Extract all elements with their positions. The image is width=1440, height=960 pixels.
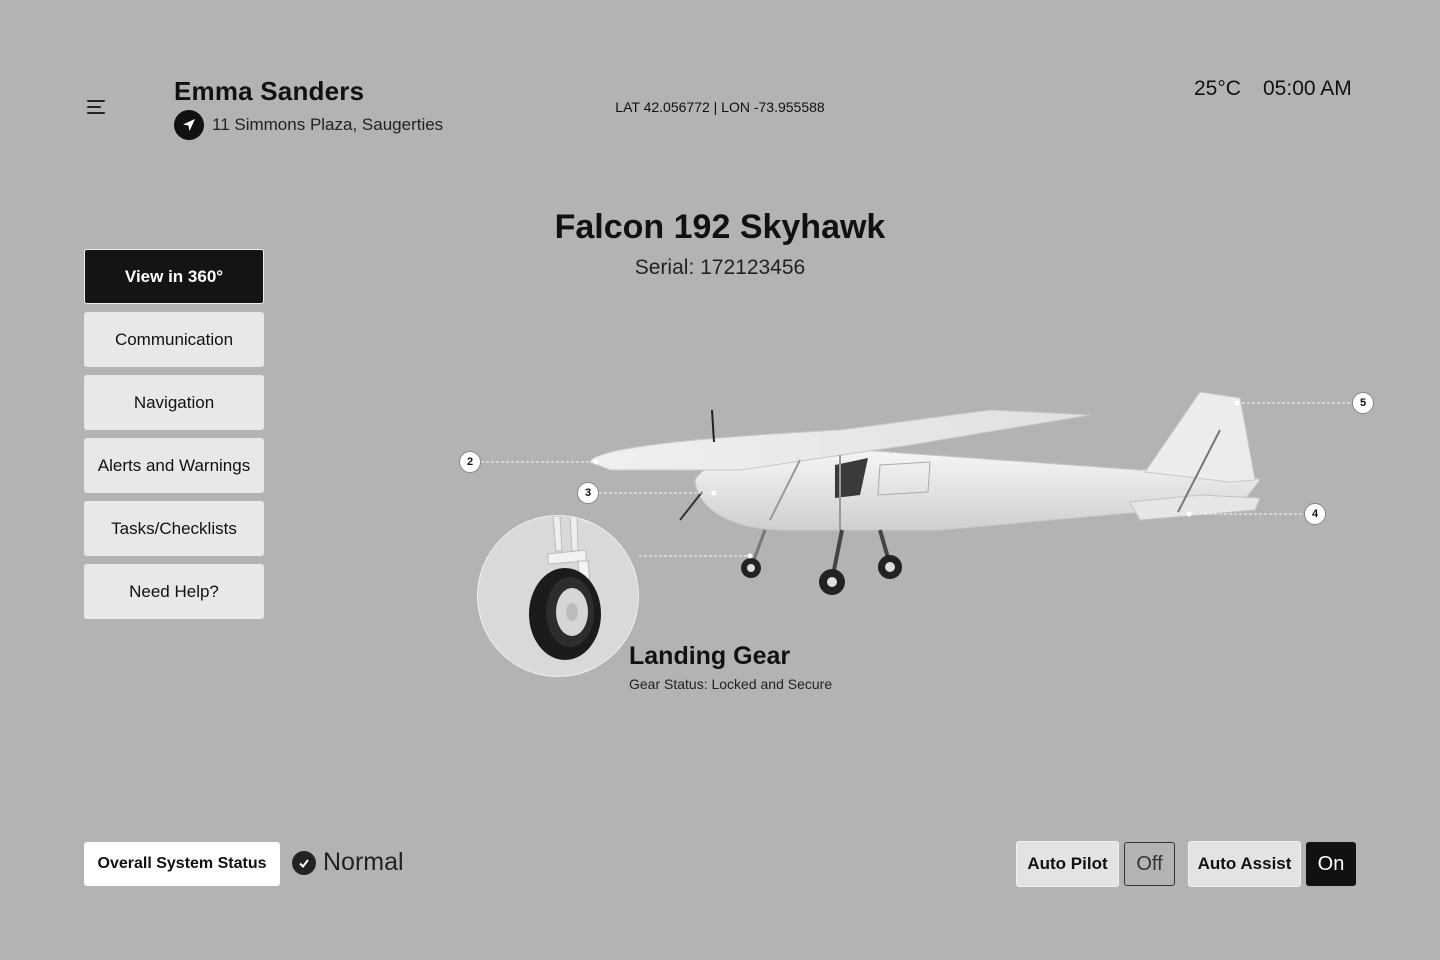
selected-part-title: Landing Gear xyxy=(629,642,791,670)
callout-pin-5[interactable]: 5 xyxy=(1352,392,1374,414)
callout-pin-4[interactable]: 4 xyxy=(1304,503,1326,525)
callout-lines xyxy=(481,400,1352,559)
callout-pin-2[interactable]: 2 xyxy=(459,451,481,473)
system-status-label: Overall System Status xyxy=(84,842,280,886)
autopilot-label[interactable]: Auto Pilot xyxy=(1016,841,1119,887)
auto-assist-label[interactable]: Auto Assist xyxy=(1188,841,1301,887)
callout-pin-3[interactable]: 3 xyxy=(577,482,599,504)
system-status-value: Normal xyxy=(323,848,404,876)
auto-assist-toggle[interactable]: On xyxy=(1306,842,1356,886)
landing-gear-detail-image xyxy=(477,515,639,677)
autopilot-toggle[interactable]: Off xyxy=(1124,842,1175,886)
selected-part-status: Gear Status: Locked and Secure xyxy=(629,676,833,692)
check-icon xyxy=(292,850,316,875)
system-status: Normal xyxy=(292,848,404,877)
